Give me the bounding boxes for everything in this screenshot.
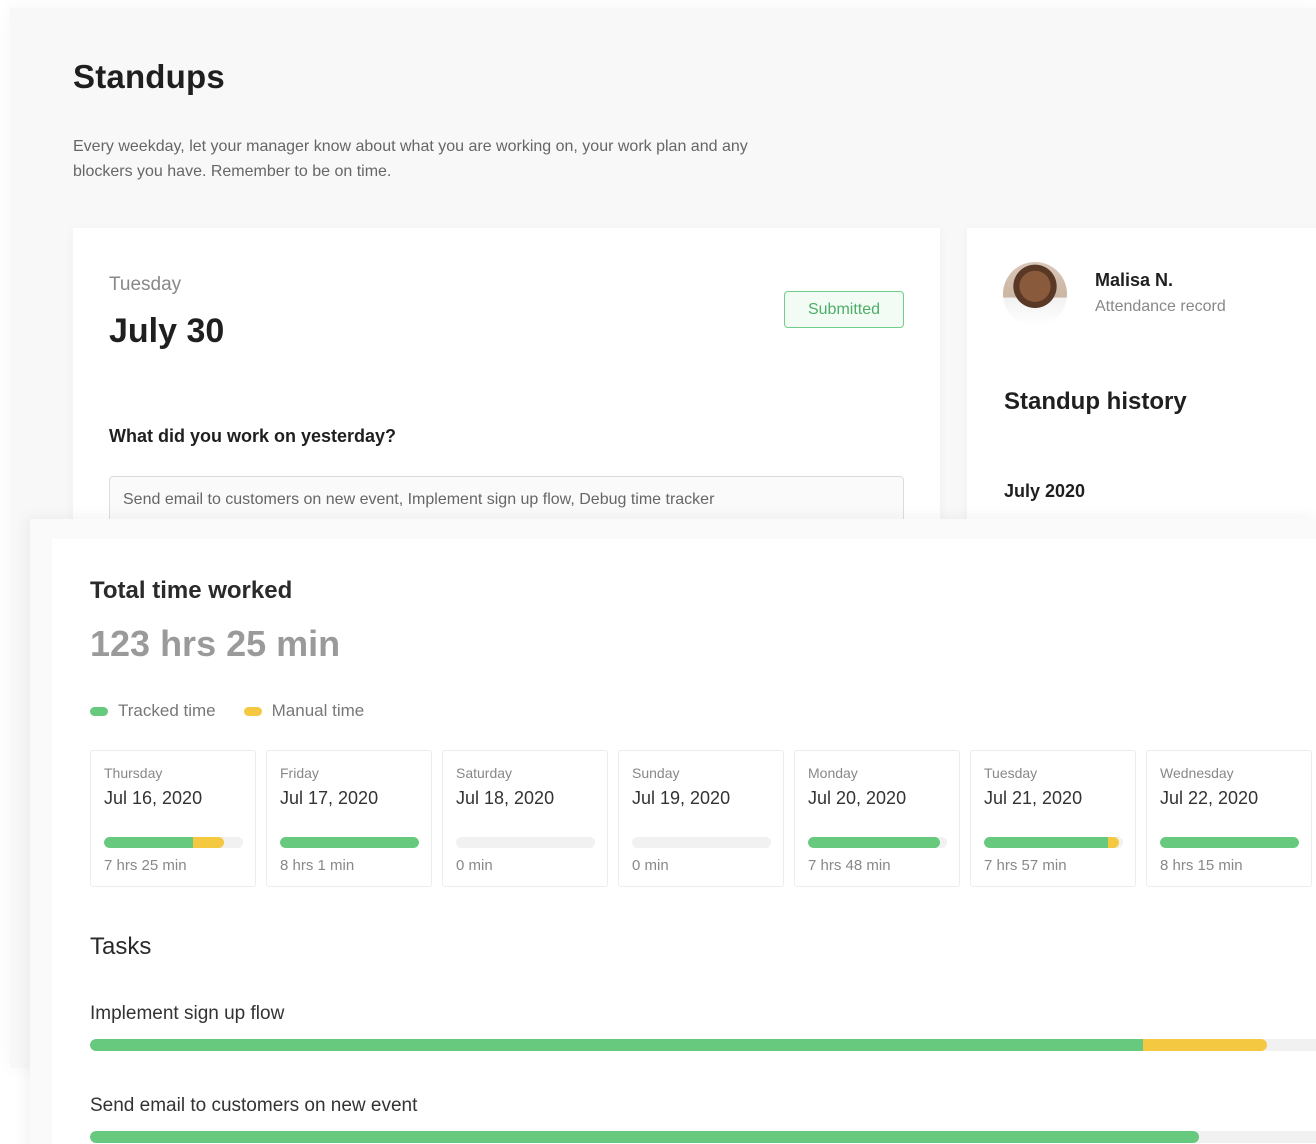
legend-item-manual: Manual time bbox=[243, 701, 365, 721]
standup-card: Tuesday July 30 Submitted What did you w… bbox=[73, 228, 940, 528]
day-name: Wednesday bbox=[1160, 765, 1234, 781]
day-name: Tuesday bbox=[984, 765, 1038, 781]
day-card[interactable]: Wednesday Jul 22, 2020 8 hrs 15 min bbox=[1146, 750, 1312, 887]
day-date: Jul 16, 2020 bbox=[104, 788, 203, 808]
attendance-record-link[interactable]: Attendance record bbox=[1095, 298, 1226, 316]
history-month: July 2020 bbox=[1004, 481, 1086, 501]
task-name: Send email to customers on new event bbox=[90, 1095, 418, 1116]
status-badge: Submitted bbox=[784, 291, 904, 328]
avatar bbox=[1003, 262, 1067, 326]
day-hours: 0 min bbox=[456, 857, 493, 874]
day-date: Jul 18, 2020 bbox=[456, 788, 555, 808]
day-hours: 8 hrs 15 min bbox=[1160, 857, 1243, 874]
tracked-segment bbox=[90, 1039, 1144, 1051]
standup-day: Tuesday bbox=[109, 274, 182, 295]
day-name: Saturday bbox=[456, 765, 513, 781]
time-worked-panel: Total time worked 123 hrs 25 min Tracked… bbox=[30, 519, 1316, 1144]
total-time-value: 123 hrs 25 min bbox=[90, 623, 341, 664]
tracked-swatch bbox=[90, 706, 108, 716]
day-name: Thursday bbox=[104, 765, 163, 781]
day-progress-bar bbox=[984, 837, 1123, 848]
day-name: Sunday bbox=[632, 765, 680, 781]
task-name: Implement sign up flow bbox=[90, 1003, 285, 1024]
legend-label: Manual time bbox=[271, 701, 365, 720]
standup-history-title: Standup history bbox=[1004, 388, 1187, 415]
day-date: Jul 21, 2020 bbox=[984, 788, 1083, 808]
user-name: Malisa N. bbox=[1095, 270, 1174, 290]
task-item[interactable]: Implement sign up flow bbox=[90, 1003, 1316, 1051]
day-hours: 7 hrs 57 min bbox=[984, 857, 1067, 874]
day-card[interactable]: Thursday Jul 16, 2020 7 hrs 25 min bbox=[90, 750, 256, 887]
day-progress-bar bbox=[1160, 837, 1299, 848]
day-hours: 7 hrs 25 min bbox=[104, 857, 187, 874]
tracked-segment bbox=[280, 837, 419, 848]
day-hours: 8 hrs 1 min bbox=[280, 857, 355, 874]
legend-label: Tracked time bbox=[118, 701, 216, 720]
tracked-segment bbox=[104, 837, 193, 848]
tracked-segment bbox=[984, 837, 1108, 848]
tracked-segment bbox=[808, 837, 941, 848]
day-card[interactable]: Monday Jul 20, 2020 7 hrs 48 min bbox=[794, 750, 960, 887]
day-name: Monday bbox=[808, 765, 858, 781]
task-progress-bar bbox=[90, 1039, 1316, 1051]
day-cards: Thursday Jul 16, 2020 7 hrs 25 min Frida… bbox=[90, 750, 1312, 887]
manual-swatch bbox=[243, 706, 262, 716]
legend-item-tracked: Tracked time bbox=[90, 701, 216, 721]
day-progress-bar bbox=[456, 837, 595, 848]
day-card[interactable]: Friday Jul 17, 2020 8 hrs 1 min bbox=[266, 750, 432, 887]
tracked-segment bbox=[90, 1131, 1199, 1143]
day-date: Jul 19, 2020 bbox=[632, 788, 731, 808]
day-progress-bar bbox=[632, 837, 771, 848]
task-progress-bar bbox=[90, 1131, 1316, 1143]
day-card[interactable]: Saturday Jul 18, 2020 0 min bbox=[442, 750, 608, 887]
legend: Tracked time Manual time bbox=[90, 701, 364, 721]
standup-date: July 30 bbox=[109, 312, 225, 350]
tasks-title: Tasks bbox=[90, 933, 152, 960]
day-date: Jul 20, 2020 bbox=[808, 788, 907, 808]
day-hours: 0 min bbox=[632, 857, 669, 874]
day-name: Friday bbox=[280, 765, 319, 781]
task-item[interactable]: Send email to customers on new event bbox=[90, 1095, 1316, 1143]
page-description: Every weekday, let your manager know abo… bbox=[73, 138, 748, 180]
day-progress-bar bbox=[280, 837, 419, 848]
day-date: Jul 22, 2020 bbox=[1160, 788, 1259, 808]
day-card[interactable]: Sunday Jul 19, 2020 0 min bbox=[618, 750, 784, 887]
day-progress-bar bbox=[104, 837, 243, 848]
manual-segment bbox=[1107, 837, 1119, 848]
day-hours: 7 hrs 48 min bbox=[808, 857, 891, 874]
day-date: Jul 17, 2020 bbox=[280, 788, 379, 808]
standup-history-card: Malisa N. Attendance record Standup hist… bbox=[967, 228, 1316, 528]
time-worked-content: Total time worked 123 hrs 25 min Tracked… bbox=[52, 539, 1316, 1144]
manual-segment bbox=[1143, 1039, 1267, 1051]
question-label: What did you work on yesterday? bbox=[109, 426, 397, 446]
day-progress-bar bbox=[808, 837, 947, 848]
total-time-label: Total time worked bbox=[90, 577, 293, 604]
tracked-segment bbox=[1160, 837, 1299, 848]
manual-segment bbox=[192, 837, 224, 848]
day-card[interactable]: Tuesday Jul 21, 2020 7 hrs 57 min bbox=[970, 750, 1136, 887]
page-title: Standups bbox=[73, 58, 225, 95]
